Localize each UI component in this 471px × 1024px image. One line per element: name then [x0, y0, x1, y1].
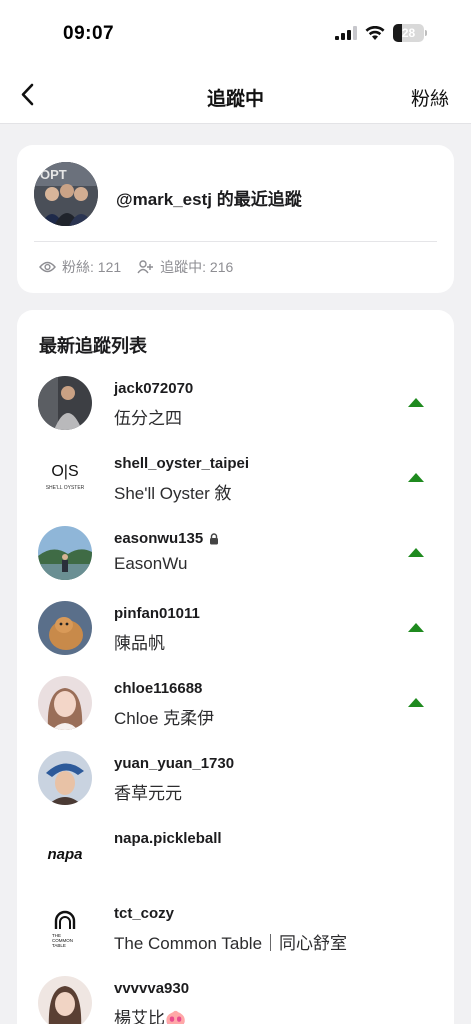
avatar	[38, 676, 92, 730]
status-bar: 09:07 28	[0, 0, 471, 68]
following-count: 追蹤中: 216	[160, 259, 234, 275]
trend-up-icon	[408, 548, 424, 557]
following-stat: 追蹤中: 216	[137, 257, 233, 277]
avatar: napa	[38, 826, 92, 880]
list-item[interactable]: vvvvva930 楊艾比🐽	[17, 976, 454, 1024]
username: tct_cozy	[114, 905, 175, 922]
display-name: 陳品帆	[114, 634, 165, 653]
followers-stat: 粉絲: 121	[39, 257, 121, 277]
username: easonwu135	[114, 530, 219, 547]
following-list-card: 最新追蹤列表 jack072070 伍分之四 O|S SHE'LL OYSTER…	[17, 310, 454, 1024]
username: shell_oyster_taipei	[114, 455, 250, 472]
avatar: O|S SHE'LL OYSTER	[38, 451, 92, 505]
display-name: 伍分之四	[114, 409, 182, 428]
username: napa.pickleball	[114, 830, 222, 847]
logo-text: TABLE	[52, 943, 66, 948]
avatar: THE COMMON TABLE	[38, 901, 92, 955]
username: jack072070	[114, 380, 194, 397]
trend-up-icon	[408, 398, 424, 407]
display-name: Chloe 克柔伊	[114, 709, 215, 728]
avatar	[38, 601, 92, 655]
wifi-icon	[365, 25, 385, 40]
battery-nub	[425, 30, 427, 36]
cellular-signal-icon	[335, 26, 357, 40]
profile-title: @mark_estj 的最近追蹤	[116, 190, 302, 209]
avatar	[38, 526, 92, 580]
profile-card: OPT @mark_estj 的最近追蹤 粉絲: 121 追蹤中: 216	[17, 145, 454, 293]
list-item[interactable]: chloe116688 Chloe 克柔伊	[17, 676, 454, 751]
divider	[34, 241, 437, 242]
list-item[interactable]: THE COMMON TABLE tct_cozy The Common Tab…	[17, 901, 454, 976]
lock-icon	[210, 532, 219, 544]
display-name: The Common Table｜同心舒室	[114, 934, 348, 953]
profile-avatar[interactable]: OPT	[34, 162, 98, 226]
status-icons: 28	[335, 24, 427, 42]
eye-icon	[39, 261, 56, 273]
display-name: 楊艾比🐽	[114, 1009, 187, 1024]
trend-up-icon	[408, 473, 424, 482]
list-item[interactable]: napa napa.pickleball	[17, 826, 454, 901]
battery-level: 28	[401, 26, 416, 40]
navigation-bar: 追蹤中 粉絲	[0, 68, 471, 124]
profile-photo: OPT	[34, 162, 98, 226]
display-name: 香草元元	[114, 784, 182, 803]
profile-stats: 粉絲: 121 追蹤中: 216	[39, 257, 249, 277]
list-item[interactable]: pinfan01011 陳品帆	[17, 601, 454, 676]
avatar	[38, 376, 92, 430]
list-item[interactable]: O|S SHE'LL OYSTER shell_oyster_taipei Sh…	[17, 451, 454, 526]
username: yuan_yuan_1730	[114, 755, 235, 772]
display-name: EasonWu	[114, 554, 188, 573]
username: vvvvva930	[114, 980, 190, 997]
svg-text:OPT: OPT	[40, 167, 67, 182]
followers-count: 粉絲: 121	[62, 259, 122, 275]
logo-text: O|S	[51, 463, 78, 480]
avatar	[38, 751, 92, 805]
username: pinfan01011	[114, 605, 200, 622]
logo-subtext: SHE'LL OYSTER	[46, 485, 85, 491]
logo-text: napa	[47, 846, 82, 863]
display-name: She'll Oyster 敘	[114, 484, 232, 503]
battery-icon: 28	[393, 24, 424, 42]
status-time: 09:07	[63, 23, 115, 44]
avatar	[38, 976, 92, 1024]
list-title: 最新追蹤列表	[39, 336, 147, 356]
page-title: 追蹤中	[206, 89, 264, 110]
trend-up-icon	[408, 698, 424, 707]
list-item[interactable]: yuan_yuan_1730 香草元元	[17, 751, 454, 826]
trend-up-icon	[408, 623, 424, 632]
add-person-icon	[137, 260, 154, 274]
username: chloe116688	[114, 680, 203, 697]
followers-tab-button[interactable]: 粉絲	[411, 84, 449, 111]
list-item[interactable]: jack072070 伍分之四	[17, 376, 454, 451]
list-item[interactable]: easonwu135 EasonWu	[17, 526, 454, 601]
